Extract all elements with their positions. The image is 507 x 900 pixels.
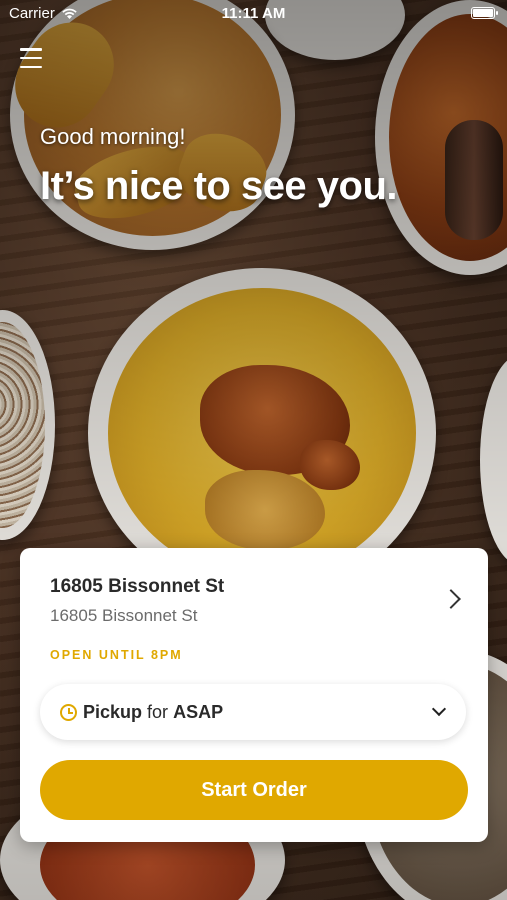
order-mode: Pickup — [83, 701, 143, 722]
order-mode-selector[interactable]: Pickup for ASAP — [40, 684, 466, 740]
location-name: 16805 Bissonnet St — [50, 576, 225, 597]
order-mode-connector: for — [147, 701, 169, 722]
status-time: 11:11 AM — [221, 5, 286, 22]
order-mode-text: Pickup for ASAP — [83, 702, 223, 723]
headline-text: It’s nice to see you. — [40, 164, 398, 208]
hamburger-menu-icon[interactable] — [20, 48, 42, 68]
greeting-text: Good morning! — [40, 124, 186, 149]
status-bar: Carrier 11:11 AM — [0, 0, 507, 28]
home-screen: Carrier 11:11 AM Good morning! It’s nice… — [0, 0, 507, 900]
location-address: 16805 Bissonnet St — [50, 606, 198, 625]
clock-icon — [60, 703, 77, 721]
battery-icon — [471, 7, 498, 19]
location-card: 16805 Bissonnet St 16805 Bissonnet St OP… — [20, 548, 488, 842]
order-time: ASAP — [173, 701, 224, 722]
chevron-down-icon[interactable] — [431, 701, 447, 717]
hours-label: OPEN UNTIL 8PM — [50, 648, 183, 662]
start-order-button[interactable]: Start Order — [40, 760, 468, 820]
location-selector[interactable]: 16805 Bissonnet St 16805 Bissonnet St — [50, 576, 468, 636]
